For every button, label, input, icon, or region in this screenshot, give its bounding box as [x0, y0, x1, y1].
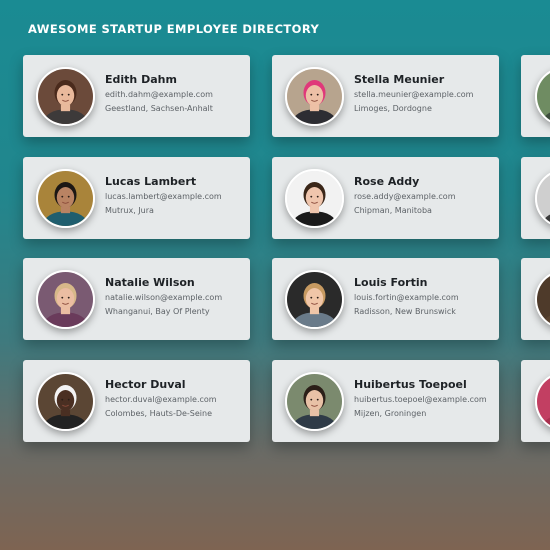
avatar-woman-brown-hair-icon: [38, 69, 93, 124]
employee-location: Limoges, Dordogne: [354, 104, 432, 113]
avatar: [36, 270, 95, 329]
employee-info: Stella Meunier stella.meunier@example.com…: [354, 73, 494, 114]
avatar: [285, 169, 344, 228]
avatar-partial-3-icon: [537, 272, 550, 327]
employee-name: Huibertus Toepoel: [354, 378, 467, 391]
avatar: [535, 67, 550, 126]
employee-location: Mutrux, Jura: [105, 206, 154, 215]
employee-card[interactable]: Lucas Lambert lucas.lambert@example.com Mu…: [23, 157, 250, 239]
employee-name: Rose Addy: [354, 175, 420, 188]
employee-info: Huibertus Toepoel huibertus.toepoel@examp…: [354, 378, 494, 419]
employee-info: Hector Duval hector.duval@example.com Colo…: [105, 378, 245, 419]
employee-email: lucas.lambert@example.com: [105, 192, 222, 201]
employee-card[interactable]: Edith Dahm edith.dahm@example.com Geestlan…: [23, 55, 250, 137]
employee-card-partial[interactable]: [521, 55, 550, 137]
employee-info: Natalie Wilson natalie.wilson@example.com…: [105, 276, 245, 317]
employee-email: louis.fortin@example.com: [354, 293, 459, 302]
avatar: [285, 67, 344, 126]
employee-name: Natalie Wilson: [105, 276, 195, 289]
employee-name: Edith Dahm: [105, 73, 177, 86]
employee-card-partial[interactable]: [521, 360, 550, 442]
employee-email: stella.meunier@example.com: [354, 90, 474, 99]
employee-card[interactable]: Louis Fortin louis.fortin@example.com Radi…: [272, 258, 499, 340]
employee-name: Louis Fortin: [354, 276, 428, 289]
employee-info: Rose Addy rose.addy@example.com Chipman, M…: [354, 175, 494, 216]
employee-card[interactable]: Rose Addy rose.addy@example.com Chipman, M…: [272, 157, 499, 239]
avatar: [285, 270, 344, 329]
avatar-partial-4-icon: [537, 374, 550, 429]
employee-location: Chipman, Manitoba: [354, 206, 432, 215]
employee-name: Stella Meunier: [354, 73, 445, 86]
avatar-man-cap-icon: [38, 374, 93, 429]
employee-email: natalie.wilson@example.com: [105, 293, 223, 302]
employee-location: Geestland, Sachsen-Anhalt: [105, 104, 213, 113]
employee-location: Mijzen, Groningen: [354, 409, 427, 418]
employee-card[interactable]: Hector Duval hector.duval@example.com Colo…: [23, 360, 250, 442]
employee-card-partial[interactable]: [521, 157, 550, 239]
avatar-partial-1-icon: [537, 69, 550, 124]
avatar-woman-dark-hair-icon: [287, 171, 342, 226]
employee-email: edith.dahm@example.com: [105, 90, 213, 99]
avatar: [36, 372, 95, 431]
employee-location: Radisson, New Brunswick: [354, 307, 456, 316]
employee-info: Lucas Lambert lucas.lambert@example.com Mu…: [105, 175, 245, 216]
employee-card-partial[interactable]: [521, 258, 550, 340]
employee-email: rose.addy@example.com: [354, 192, 456, 201]
employee-info: Edith Dahm edith.dahm@example.com Geestlan…: [105, 73, 245, 114]
employee-card[interactable]: Stella Meunier stella.meunier@example.com…: [272, 55, 499, 137]
avatar: [535, 372, 550, 431]
avatar: [36, 67, 95, 126]
employee-location: Whanganui, Bay Of Plenty: [105, 307, 210, 316]
employee-location: Colombes, Hauts-De-Seine: [105, 409, 213, 418]
employee-email: huibertus.toepoel@example.com: [354, 395, 487, 404]
avatar-man-light-hair-icon: [287, 272, 342, 327]
avatar: [285, 372, 344, 431]
avatar: [535, 169, 550, 228]
avatar-woman-blonde-icon: [38, 272, 93, 327]
avatar-woman-pink-hair-icon: [287, 69, 342, 124]
employee-name: Hector Duval: [105, 378, 186, 391]
employee-email: hector.duval@example.com: [105, 395, 217, 404]
employee-info: Louis Fortin louis.fortin@example.com Radi…: [354, 276, 494, 317]
page-title: AWESOME STARTUP EMPLOYEE DIRECTORY: [28, 22, 320, 36]
employee-card[interactable]: Natalie Wilson natalie.wilson@example.com…: [23, 258, 250, 340]
avatar-partial-2-icon: [537, 171, 550, 226]
avatar: [535, 270, 550, 329]
avatar-man-smiling-icon: [38, 171, 93, 226]
employee-card[interactable]: Huibertus Toepoel huibertus.toepoel@examp…: [272, 360, 499, 442]
avatar: [36, 169, 95, 228]
employee-name: Lucas Lambert: [105, 175, 197, 188]
avatar-man-dark-hair-icon: [287, 374, 342, 429]
